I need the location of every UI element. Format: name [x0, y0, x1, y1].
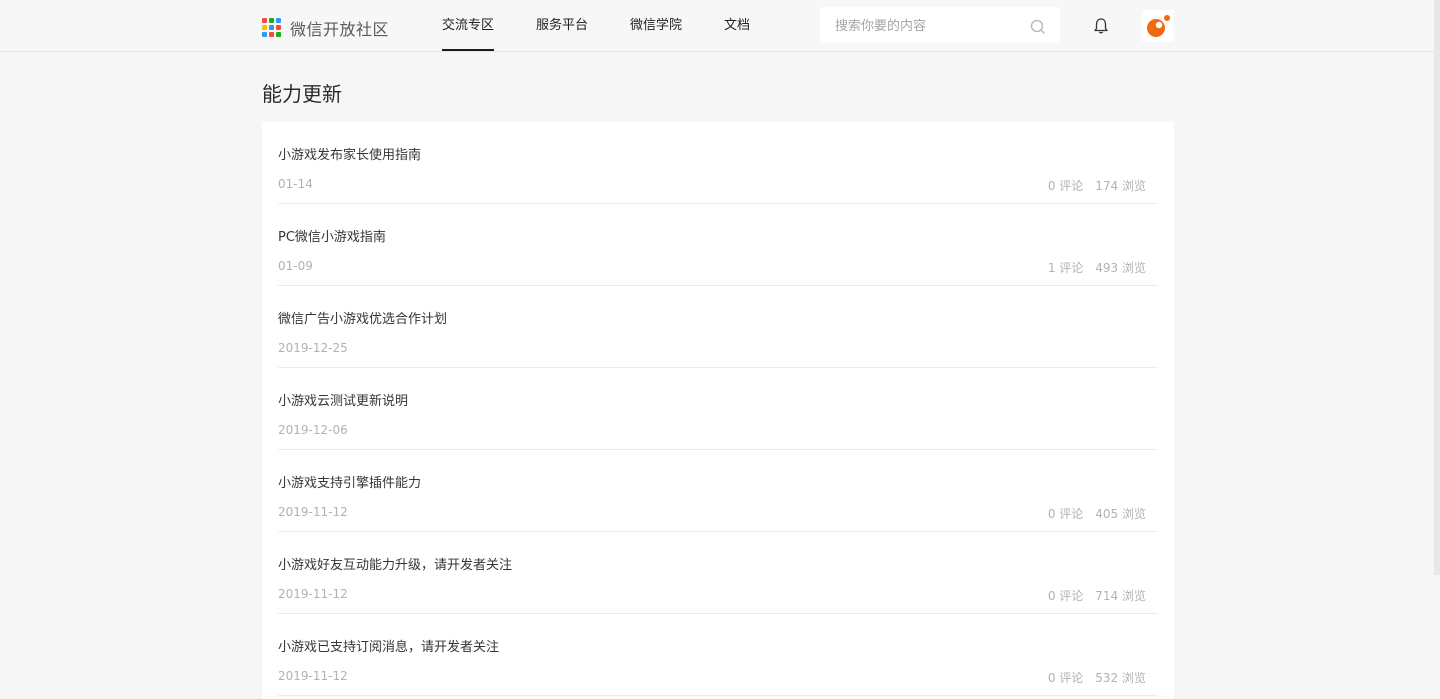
- post-date: 2019-11-12: [278, 587, 348, 601]
- post-date: 2019-12-06: [278, 423, 348, 437]
- post-list: 小游戏发布家长使用指南 01-14 0 评论 174 浏览 PC微信小游戏指南 0…: [262, 122, 1174, 699]
- post-title[interactable]: 小游戏支持引擎插件能力: [278, 472, 421, 491]
- logo-text: 微信开放社区: [290, 20, 390, 39]
- view-count: 714 浏览: [1095, 589, 1146, 603]
- post-title[interactable]: 小游戏已支持订阅消息，请开发者关注: [278, 636, 499, 655]
- nav-item-community[interactable]: 交流专区: [442, 0, 495, 51]
- view-count: 405 浏览: [1095, 507, 1146, 521]
- post-title[interactable]: 小游戏云测试更新说明: [278, 390, 408, 409]
- post-date: 2019-12-25: [278, 341, 348, 355]
- post-date: 01-14: [278, 177, 313, 191]
- comment-count: 0 评论: [1047, 179, 1084, 193]
- notification-bell-icon[interactable]: [1092, 17, 1110, 35]
- list-item[interactable]: 微信广告小游戏优选合作计划 2019-12-25: [278, 286, 1158, 368]
- post-date: 01-09: [278, 259, 313, 273]
- nav-item-service-platform[interactable]: 服务平台: [536, 0, 588, 51]
- site-logo[interactable]: 微信开放社区: [262, 16, 389, 40]
- nav-item-docs[interactable]: 文档: [724, 0, 750, 51]
- nav-item-academy[interactable]: 微信学院: [630, 0, 682, 51]
- view-count: 493 浏览: [1095, 261, 1146, 275]
- logo-icon: [262, 18, 282, 38]
- post-title[interactable]: 小游戏发布家长使用指南: [278, 144, 421, 163]
- post-date: 2019-11-12: [278, 505, 348, 519]
- list-item[interactable]: PC微信小游戏指南 01-09 1 评论 493 浏览: [278, 204, 1158, 286]
- post-title[interactable]: PC微信小游戏指南: [278, 226, 386, 245]
- search-box[interactable]: [820, 7, 1060, 45]
- post-date: 2019-11-12: [278, 669, 348, 683]
- top-navigation-bar: 微信开放社区 交流专区 服务平台 微信学院 文档: [0, 0, 1440, 52]
- page-scrollbar[interactable]: [1434, 0, 1440, 575]
- list-item[interactable]: 小游戏云测试更新说明 2019-12-06: [278, 368, 1158, 450]
- avatar-image: [1147, 15, 1170, 37]
- list-item[interactable]: 小游戏已支持订阅消息，请开发者关注 2019-11-12 0 评论 532 浏览: [278, 614, 1158, 696]
- comment-count: 1 评论: [1047, 261, 1084, 275]
- search-input[interactable]: [833, 7, 1027, 45]
- user-avatar[interactable]: [1142, 10, 1174, 42]
- comment-count: 0 评论: [1047, 589, 1084, 603]
- main-nav: 交流专区 服务平台 微信学院 文档: [442, 0, 792, 51]
- post-title[interactable]: 微信广告小游戏优选合作计划: [278, 308, 447, 327]
- comment-count: 0 评论: [1047, 671, 1084, 685]
- post-stats: 0 评论 714 浏览: [1048, 587, 1146, 604]
- post-stats: 0 评论 174 浏览: [1048, 177, 1146, 194]
- page-title: 能力更新: [262, 82, 342, 106]
- list-item[interactable]: 小游戏发布家长使用指南 01-14 0 评论 174 浏览: [278, 122, 1158, 204]
- search-icon[interactable]: [1030, 19, 1046, 35]
- list-item[interactable]: 小游戏好友互动能力升级，请开发者关注 2019-11-12 0 评论 714 浏览: [278, 532, 1158, 614]
- post-stats: 0 评论 532 浏览: [1048, 669, 1146, 686]
- view-count: 532 浏览: [1095, 671, 1146, 685]
- post-stats: 0 评论 405 浏览: [1048, 505, 1146, 522]
- comment-count: 0 评论: [1047, 507, 1084, 521]
- post-title[interactable]: 小游戏好友互动能力升级，请开发者关注: [278, 554, 512, 573]
- post-stats: 1 评论 493 浏览: [1048, 259, 1146, 276]
- view-count: 174 浏览: [1095, 179, 1146, 193]
- list-item[interactable]: 小游戏支持引擎插件能力 2019-11-12 0 评论 405 浏览: [278, 450, 1158, 532]
